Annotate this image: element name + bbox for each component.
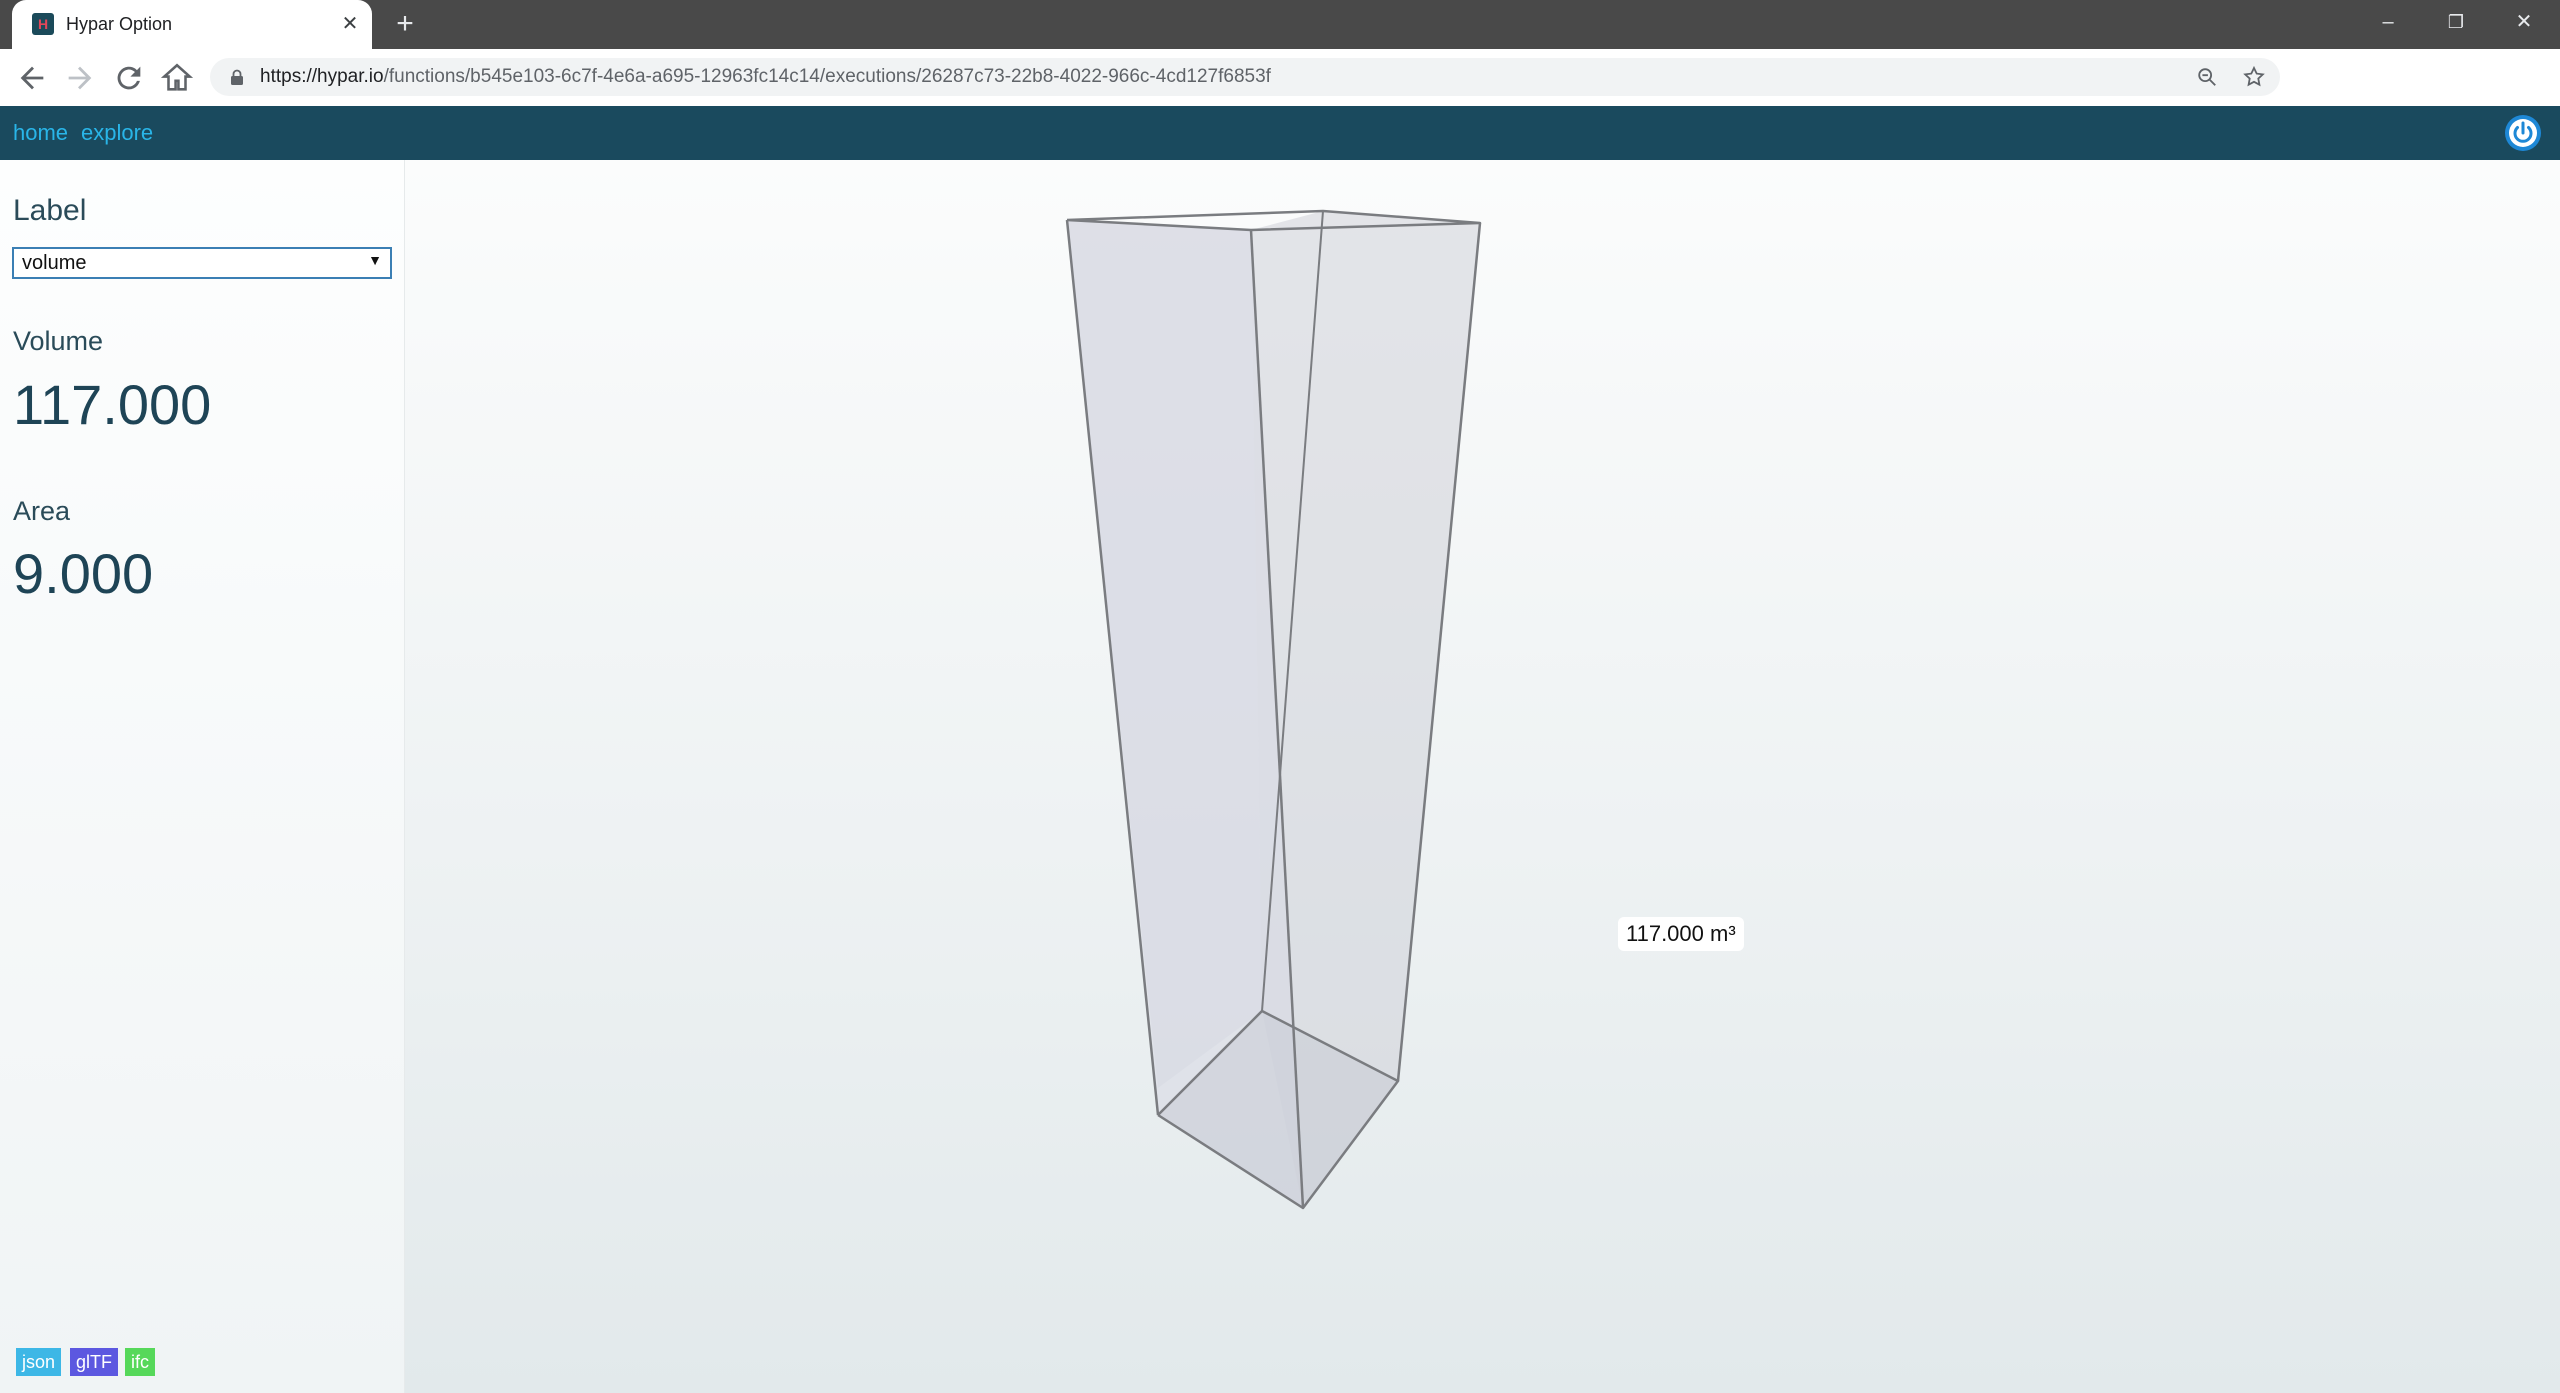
browser-tab[interactable]: H Hypar Option ✕: [12, 0, 372, 49]
back-icon[interactable]: [15, 61, 49, 95]
star-icon[interactable]: [2242, 65, 2266, 89]
browser-tabstrip: H Hypar Option ✕ + – ❐ ✕: [0, 0, 2560, 49]
url-text: https://hypar.io/functions/b545e103-6c7f…: [260, 58, 1271, 96]
new-tab-button[interactable]: +: [390, 9, 420, 40]
label-select[interactable]: volume ▼: [12, 247, 392, 279]
nav-explore-link[interactable]: explore: [81, 120, 153, 146]
url-path: /functions/b545e103-6c7f-4e6a-a695-12963…: [383, 66, 1271, 87]
nav-home-link[interactable]: home: [13, 120, 68, 146]
home-icon[interactable]: [160, 61, 194, 95]
sidebar: Label volume ▼ Volume 117.000 Area 9.000: [0, 160, 405, 1393]
download-gltf-button[interactable]: glTF: [70, 1348, 118, 1376]
tab-close-icon[interactable]: ✕: [338, 12, 362, 36]
area-value: 9.000: [13, 542, 154, 605]
minimize-button[interactable]: –: [2354, 0, 2422, 44]
download-ifc-button[interactable]: ifc: [125, 1348, 155, 1376]
volume-dimension-label: 117.000 m³: [1618, 917, 1744, 951]
address-bar[interactable]: https://hypar.io/functions/b545e103-6c7f…: [210, 58, 2280, 96]
volume-value: 117.000: [13, 373, 212, 436]
tab-title: Hypar Option: [66, 14, 173, 34]
box-model: [1065, 209, 1482, 1210]
zoom-icon[interactable]: [2196, 66, 2218, 88]
lock-icon: [231, 69, 243, 85]
restore-button[interactable]: ❐: [2422, 0, 2490, 44]
reload-icon[interactable]: [112, 61, 146, 95]
forward-icon[interactable]: [63, 61, 97, 95]
label-select-value: volume: [22, 252, 87, 274]
power-icon[interactable]: [2504, 114, 2542, 152]
window-close-button[interactable]: ✕: [2490, 0, 2558, 44]
area-heading: Area: [13, 496, 71, 526]
app-header: home explore: [0, 106, 2560, 160]
download-json-button[interactable]: json: [16, 1348, 62, 1376]
browser-toolbar: https://hypar.io/functions/b545e103-6c7f…: [0, 49, 2560, 107]
volume-heading: Volume: [13, 326, 104, 356]
label-heading: Label: [13, 194, 87, 227]
url-host: https://hypar.io: [260, 66, 384, 87]
hypar-favicon-icon: H: [32, 13, 54, 35]
3d-viewer[interactable]: 117.000 m³: [405, 160, 2560, 1393]
dropdown-arrow-icon: ▼: [368, 252, 382, 268]
